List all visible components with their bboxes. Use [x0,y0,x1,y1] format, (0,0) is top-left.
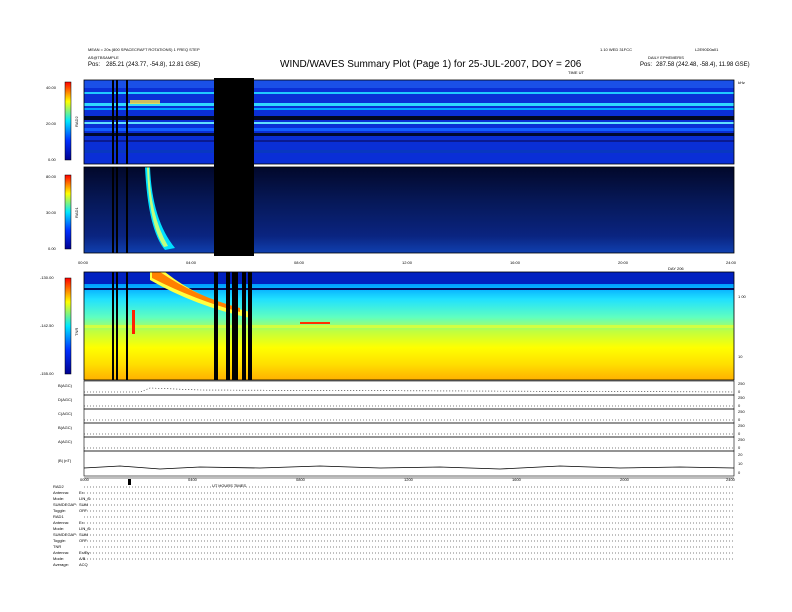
agc-panels [83,380,735,477]
rad1-colorbar [64,174,72,250]
agc-right-1a: 250 [738,381,745,386]
rad1-tick-bottom: 0.00 [48,246,56,251]
info-row: Mode: LIN_S [53,496,91,501]
info-row: Antenna: Ex/Ey [53,550,90,555]
tnr-spectrogram [83,271,735,381]
mag-right-b: 10 [738,461,743,466]
agc-label-4: B(AGC) [58,425,72,430]
agc-right-2a: 250 [738,395,745,400]
bottom-tick-2: 0800 [296,477,305,482]
info-row: Toggle: OFF [53,508,87,513]
time-tick-0: 00:00 [78,260,89,265]
info-row: RAD1 [53,514,64,519]
tnr-label: TNR [74,327,79,336]
tnr-right-tick-top: 1 00 [738,294,746,299]
time-tick-5: 20:00 [618,260,629,265]
agc-right-4b: 0 [738,431,741,436]
time-tick-3: 12:00 [402,260,413,265]
rad1-tick-top: 80.00 [46,174,57,179]
tnr-tick-top: -130.00 [40,275,54,280]
bottom-axis-label: UT HOURS TIMES [212,483,247,488]
time-tick-2: 08:00 [294,260,305,265]
mid-day-label: DAY 206 [668,266,684,271]
info-row: Mode: LIN_S [53,526,91,531]
agc-right-2b: 0 [738,403,741,408]
rad2-colorbar [64,81,72,161]
time-tick-6: 24:00 [726,260,737,265]
info-row: SUMDEGAP: SUM [53,502,88,507]
bottom-tick-4: 1600 [512,477,521,482]
agc-label-6: |B| (nT) [58,458,72,463]
mag-right-a: 20 [738,452,743,457]
agc-right-5a: 250 [738,437,745,442]
tnr-right-tick-bottom: 10 [738,354,743,359]
rad2-tick-top: 40.00 [46,85,57,90]
agc-right-5b: 0 [738,445,741,450]
agc-label-3: C(AGC) [58,411,73,416]
tnr-colorbar [64,277,72,375]
info-row: SUMDEGAP: SUM [53,532,88,537]
info-row: Antenna: Ex [53,520,84,525]
info-row: RAD2 [53,484,64,489]
tnr-tick-bottom: -155.00 [40,371,54,376]
tnr-tick-mid: -142.50 [40,323,54,328]
agc-right-1b: 0 [738,389,741,394]
info-dotted-lines [84,486,734,560]
bottom-tick-3: 1200 [404,477,413,482]
rad2-label: RAD2 [74,116,79,127]
info-row: Toggle: OFF [53,538,87,543]
bottom-tick-6: 2400 [726,477,735,482]
agc-label-2: D(AGC) [58,397,73,402]
info-row: TNR [53,544,62,549]
rad1-tick-mid: 30.00 [46,210,57,215]
time-tick-1: 04:00 [186,260,197,265]
rad2-tick-bottom: 0.00 [48,157,56,162]
rad1-label: RAD1 [74,207,79,218]
mag-right-c: 0 [738,470,741,475]
agc-label-1: B(AGC) [58,383,72,388]
tnr-right-label: kHz [738,80,745,85]
agc-right-3a: 250 [738,409,745,414]
info-row: Antenna: Ex [53,490,84,495]
bottom-tick-1: 0400 [188,477,197,482]
rad2-spectrogram [83,78,735,168]
agc-label-5: A(AGC) [58,439,72,444]
bottom-tick-0: 0000 [80,477,89,482]
rad1-spectrogram [83,164,735,256]
rad2-tick-mid: 20.00 [46,121,57,126]
bottom-tick-5: 2000 [620,477,629,482]
info-row: Mode: A/B [53,556,86,561]
time-tick-4: 16:00 [510,260,521,265]
summary-plot [64,78,735,560]
agc-right-3b: 0 [738,417,741,422]
agc-right-4a: 250 [738,423,745,428]
info-row: Average: ACQ [53,562,88,567]
